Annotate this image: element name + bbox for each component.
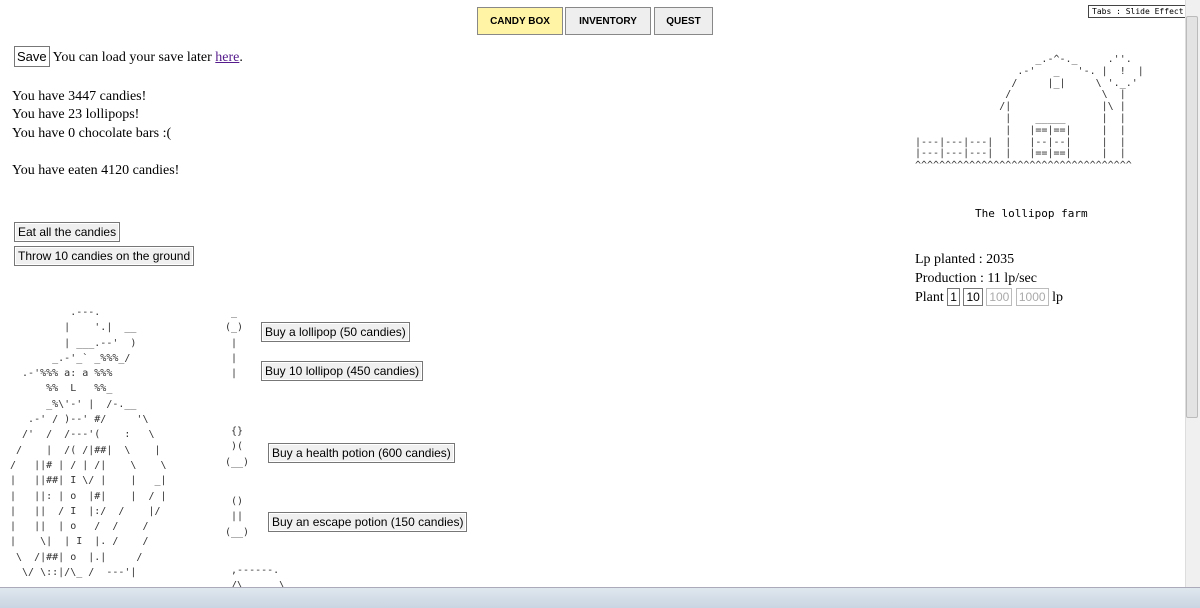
buy-10-lollipops-button[interactable]: Buy 10 lollipop (450 candies) xyxy=(261,361,424,381)
tab-inventory[interactable]: INVENTORY xyxy=(565,7,651,35)
throw-candies-button[interactable]: Throw 10 candies on the ground xyxy=(14,246,195,266)
load-save-link[interactable]: here xyxy=(215,50,239,65)
lp-planted: Lp planted : 2035 xyxy=(915,252,1015,267)
eat-candies-button[interactable]: Eat all the candies xyxy=(14,222,121,242)
plant-label: Plant xyxy=(915,290,944,305)
tabs-effect-button[interactable]: Tabs : Slide Effect xyxy=(1088,5,1188,18)
save-row: Save You can load your save later here. xyxy=(14,46,243,67)
buy-lollipop-button[interactable]: Buy a lollipop (50 candies) xyxy=(261,322,410,342)
candy-merchant-ascii-art: .---. | '.| __ | ___.--' ) _.-'_` _%%%_/… xyxy=(10,307,167,579)
tab-candy-box[interactable]: CANDY BOX xyxy=(477,7,563,35)
scrollbar-thumb[interactable] xyxy=(1186,16,1198,418)
buy-escape-potion-button[interactable]: Buy an escape potion (150 candies) xyxy=(268,512,468,532)
health-potion-ascii-art: {} )( (__) xyxy=(225,426,250,468)
save-period: . xyxy=(239,50,243,65)
lollipop-ascii-art: _ (_) | | | xyxy=(225,307,244,380)
farm-title: The lollipop farm xyxy=(975,207,1088,220)
candies-count: You have 3447 candies! xyxy=(12,89,147,104)
save-button[interactable]: Save xyxy=(14,46,50,67)
plant-1-button[interactable]: 1 xyxy=(947,288,960,306)
lollipop-farm-ascii-art: _.-^-._ .''. .-' _ '-. | ! | / |_| \ '._… xyxy=(915,54,1144,172)
buy-health-potion-button[interactable]: Buy a health potion (600 candies) xyxy=(268,443,455,463)
plant-10-button[interactable]: 10 xyxy=(963,288,983,306)
tab-quest[interactable]: QUEST xyxy=(654,7,713,35)
lp-production: Production : 11 lp/sec xyxy=(915,271,1037,286)
plant-unit: lp xyxy=(1052,290,1063,305)
taskbar xyxy=(0,587,1200,608)
save-text: You can load your save later xyxy=(52,50,212,65)
eaten-count: You have eaten 4120 candies! xyxy=(12,163,180,178)
vertical-scrollbar[interactable] xyxy=(1185,0,1200,588)
plant-row: Plant 1 10 100 1000 lp xyxy=(915,288,1063,307)
plant-100-button[interactable]: 100 xyxy=(986,288,1013,306)
plant-1000-button[interactable]: 1000 xyxy=(1015,288,1049,306)
farm-stats: Lp planted : 2035 Production : 11 lp/sec… xyxy=(915,250,1063,307)
escape-potion-ascii-art: () || (__) xyxy=(225,496,250,538)
chocolate-count: You have 0 chocolate bars :( xyxy=(12,126,172,141)
lollipops-count: You have 23 lollipops! xyxy=(12,107,140,122)
